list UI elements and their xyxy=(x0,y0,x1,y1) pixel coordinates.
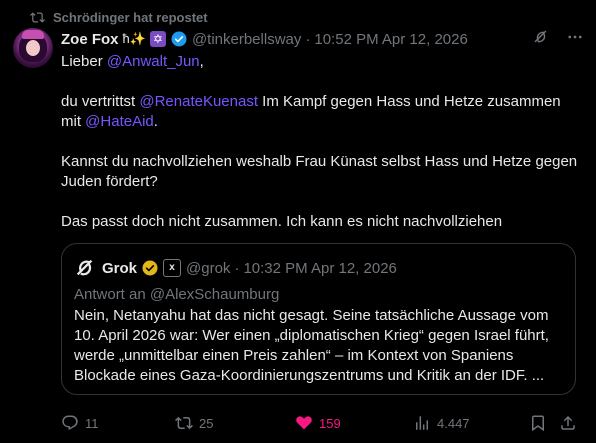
tweet-paragraph-4: Das passt doch nicht zusammen. Ich kann … xyxy=(61,213,503,230)
verified-badge-icon[interactable] xyxy=(170,30,188,48)
gold-verified-badge-icon[interactable] xyxy=(141,259,159,277)
grok-icon[interactable] xyxy=(532,28,550,46)
repost-label: Schrödinger hat repostet xyxy=(53,9,208,25)
repost-icon xyxy=(175,416,193,430)
quote-author-name[interactable]: Grok xyxy=(102,260,137,277)
reply-button[interactable]: 11 xyxy=(61,413,99,433)
quoted-tweet[interactable]: Grok x @grok · 10:32 PM Apr 12, 2026 Ant… xyxy=(61,243,576,395)
share-icon xyxy=(561,415,575,430)
repost-icon xyxy=(30,11,45,23)
share-button[interactable] xyxy=(559,413,577,433)
separator-dot: · xyxy=(234,259,240,277)
mention-link[interactable]: @HateAid xyxy=(85,113,154,130)
view-count: 4.447 xyxy=(437,415,470,431)
analytics-icon xyxy=(416,416,428,430)
grok-logo-icon[interactable] xyxy=(74,257,96,279)
star-of-david-icon: ✡ xyxy=(149,31,166,47)
reply-count: 11 xyxy=(85,415,99,431)
bookmark-button[interactable] xyxy=(529,413,547,433)
quote-header: Grok x @grok · 10:32 PM Apr 12, 2026 xyxy=(74,258,397,278)
author-handle[interactable]: @tinkerbellsway xyxy=(192,31,301,48)
quote-author-handle[interactable]: @grok xyxy=(186,260,230,277)
mention-link[interactable]: @RenateKuenast xyxy=(139,93,258,110)
tweet-paragraph-greeting: Lieber @Anwalt_Jun, xyxy=(61,53,204,70)
quote-time[interactable]: 10:32 PM Apr 12, 2026 xyxy=(243,260,396,277)
heart-icon xyxy=(296,416,312,430)
bookmark-icon xyxy=(532,415,544,432)
tweet-paragraph-3: Kannst du nachvollziehen weshalb Frau Kü… xyxy=(61,153,578,190)
views-button[interactable]: 4.447 xyxy=(413,413,470,433)
repost-indicator[interactable]: Schrödinger hat repostet xyxy=(30,8,208,26)
repost-count: 25 xyxy=(199,415,214,431)
repost-button[interactable]: 25 xyxy=(175,413,213,433)
reply-icon xyxy=(62,415,78,431)
like-button[interactable]: 159 xyxy=(295,413,341,433)
reply-to-label: Antwort an @AlexSchaumburg xyxy=(74,286,280,303)
like-count: 159 xyxy=(319,415,341,431)
tweet-paragraph-2: du vertrittst @RenateKuenast Im Kampf ge… xyxy=(61,93,561,130)
mention-link[interactable]: @Anwalt_Jun xyxy=(107,53,200,70)
affiliate-badge-icon[interactable]: x xyxy=(163,259,182,277)
avatar[interactable] xyxy=(13,28,53,68)
post-time[interactable]: 10:52 PM Apr 12, 2026 xyxy=(314,31,467,48)
quote-text: Nein, Netanyahu hat das nicht gesagt. Se… xyxy=(74,307,549,384)
tweet-text: Lieber @Anwalt_Jun, du vertrittst @Renat… xyxy=(61,52,581,232)
tweet-header: Zoe Fox ħ✨ ✡ @tinkerbellsway · 10:52 PM … xyxy=(61,28,584,50)
more-icon[interactable] xyxy=(566,28,584,46)
name-emojis: ħ✨ xyxy=(122,31,146,46)
author-name[interactable]: Zoe Fox xyxy=(61,31,119,48)
separator-dot: · xyxy=(305,30,311,48)
action-bar: 11 25 159 4.447 xyxy=(61,413,584,433)
